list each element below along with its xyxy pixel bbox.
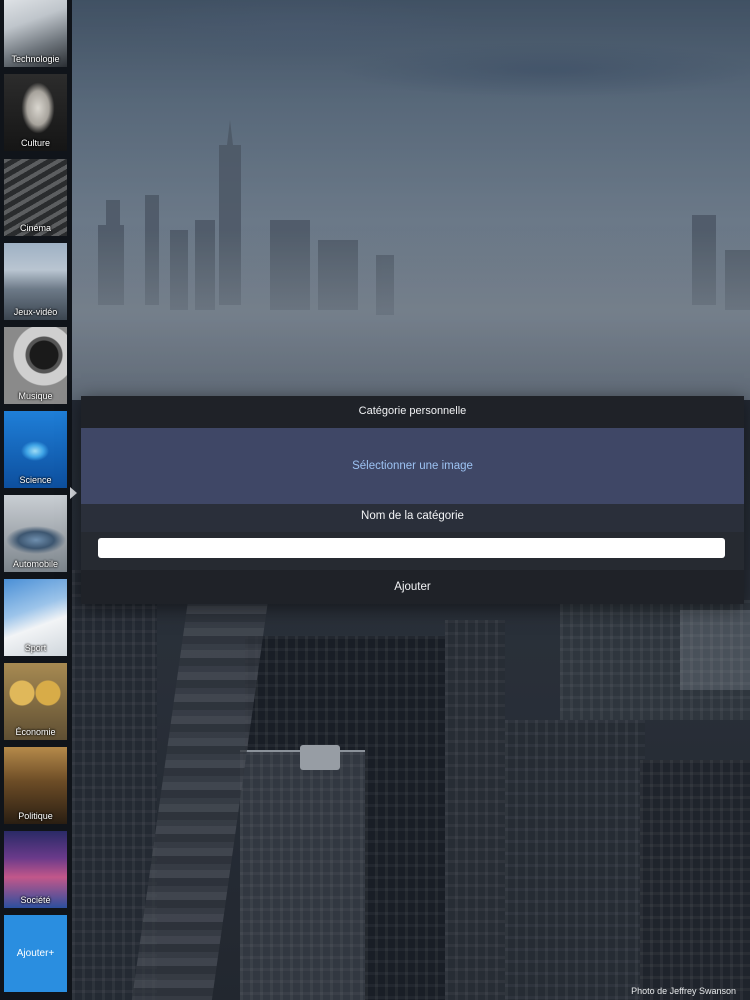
category-musique[interactable]: Musique [4, 327, 67, 404]
category-automobile[interactable]: Automobile [4, 495, 67, 572]
category-societe[interactable]: Société [4, 831, 67, 908]
add-category-button[interactable]: Ajouter+ [4, 915, 67, 992]
category-economie[interactable]: Économie [4, 663, 67, 740]
category-label: Politique [18, 811, 53, 821]
category-label: Culture [20, 138, 50, 148]
category-politique[interactable]: Politique [4, 747, 67, 824]
photo-credit: Photo de Jeffrey Swanson [631, 986, 736, 996]
category-label: Sport [24, 643, 47, 653]
category-label: Science [19, 475, 52, 485]
category-label: Musique [18, 391, 53, 401]
category-name-input[interactable] [98, 538, 725, 558]
category-cinema[interactable]: Cinéma [4, 159, 67, 236]
add-category-label: Ajouter+ [16, 948, 55, 959]
select-image-button[interactable]: Sélectionner une image [81, 428, 744, 504]
category-jeux-video[interactable]: Jeux-vidéo [4, 243, 67, 320]
category-sidebar: Technologie Culture Cinéma Jeux-vidéo Mu… [0, 0, 72, 1000]
custom-category-dialog: Catégorie personnelle Sélectionner une i… [81, 396, 744, 604]
category-culture[interactable]: Culture [4, 74, 67, 151]
category-label: Jeux-vidéo [13, 307, 58, 317]
category-science[interactable]: Science [4, 411, 67, 488]
category-label: Technologie [11, 54, 60, 64]
category-label: Société [20, 895, 51, 905]
dialog-title: Catégorie personnelle [81, 396, 744, 428]
add-button[interactable]: Ajouter [81, 570, 744, 604]
category-label: Cinéma [19, 223, 51, 233]
category-sport[interactable]: Sport [4, 579, 67, 656]
category-technologie[interactable]: Technologie [4, 0, 67, 67]
popover-arrow [70, 487, 77, 499]
category-label: Économie [15, 727, 56, 737]
category-name-label: Nom de la catégorie [81, 504, 744, 532]
category-label: Automobile [12, 559, 59, 569]
